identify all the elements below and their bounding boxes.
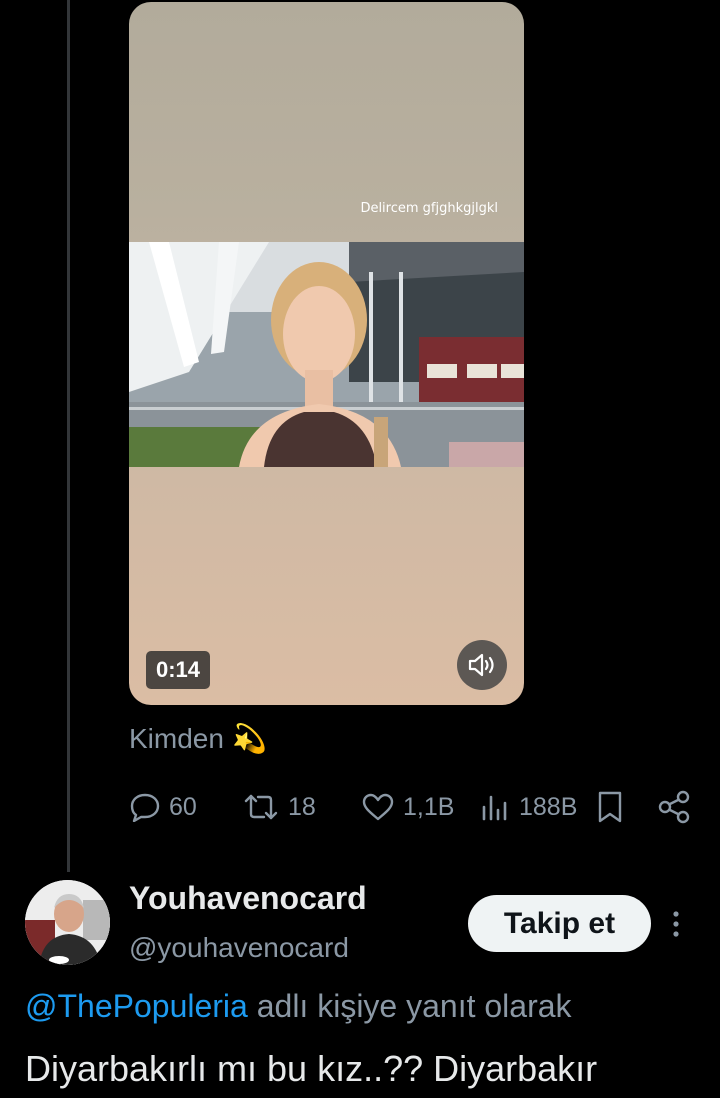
mute-toggle-button[interactable] [457, 640, 507, 690]
speaker-muted-icon [468, 653, 494, 677]
repost-count: 18 [288, 792, 316, 821]
reply-author-name[interactable]: Youhavenocard [129, 880, 367, 917]
post-caption-text: Kimden [129, 722, 224, 754]
post-action-bar: 60 18 1,1B 188B [129, 784, 695, 830]
video-thumbnail-image [129, 242, 524, 467]
video-frame [129, 242, 524, 467]
more-vertical-icon [673, 911, 679, 937]
avatar[interactable] [25, 880, 110, 965]
more-options-button[interactable] [664, 902, 688, 946]
dizzy-emoji-icon: 💫 [231, 723, 267, 754]
follow-button[interactable]: Takip et [468, 895, 651, 952]
repost-icon [244, 794, 278, 820]
post-caption: Kimden 💫 [129, 722, 267, 755]
like-button[interactable]: 1,1B [361, 784, 454, 830]
reply-body-text: Diyarbakırlı mı bu kız..?? Diyarbakır [25, 1048, 598, 1089]
like-count: 1,1B [403, 792, 455, 821]
share-icon [658, 790, 690, 824]
video-duration-badge: 0:14 [146, 651, 211, 689]
avatar-image [25, 880, 110, 965]
video-overlay-text: Delircem gfjghkgjlgkl [360, 201, 498, 216]
thread-connector-line [67, 0, 70, 872]
repost-button[interactable]: 18 [242, 784, 316, 830]
views-bar-chart-icon [482, 795, 507, 821]
reply-count: 60 [169, 792, 197, 821]
reply-context: @ThePopuleria adlı kişiye yanıt olarak [25, 988, 572, 1025]
bookmark-button[interactable] [595, 784, 625, 830]
bookmark-icon [598, 791, 622, 823]
heart-icon [362, 793, 394, 821]
share-button[interactable] [657, 784, 691, 830]
reply-context-suffix: adlı kişiye yanıt olarak [247, 988, 572, 1024]
reply-author-handle[interactable]: @youhavenocard [129, 932, 349, 964]
views-count: 188B [519, 792, 578, 821]
video-player[interactable]: Delircem gfjghkgjlgkl 0:14 [129, 2, 524, 705]
reply-bubble-icon [130, 793, 160, 822]
reply-button[interactable]: 60 [129, 784, 197, 830]
reply-to-mention-link[interactable]: @ThePopuleria [25, 988, 248, 1024]
views-stat[interactable]: 188B [479, 784, 577, 830]
